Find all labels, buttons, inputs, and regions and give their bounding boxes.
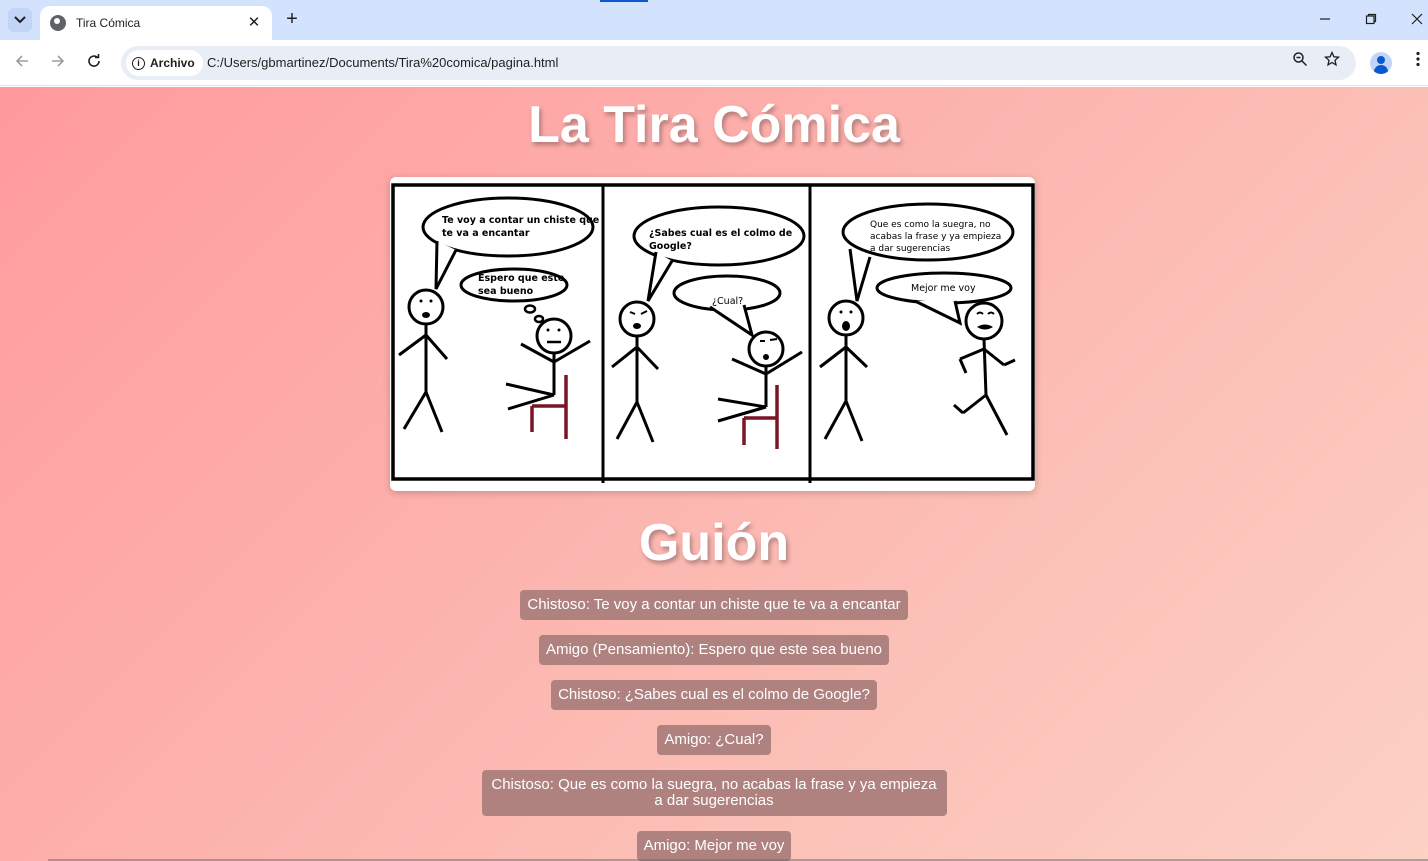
- tab-drag-indicator: [600, 0, 648, 2]
- panel-1-thought-line-2: sea bueno: [478, 286, 534, 297]
- panel-1-speech-line-1: Te voy a contar un chiste que: [442, 215, 599, 226]
- panel-3-speech-line-1: Que es como la suegra, no: [870, 220, 991, 230]
- reload-icon[interactable]: [82, 51, 106, 75]
- script-heading: Guión: [638, 514, 790, 572]
- stick-figure-amigo: [717, 330, 803, 423]
- security-chip-label: Archivo: [150, 56, 195, 70]
- star-icon[interactable]: [1320, 50, 1344, 75]
- window-close-icon[interactable]: [1405, 8, 1428, 32]
- close-icon[interactable]: ✕: [246, 15, 262, 31]
- script-list: Chistoso: Te voy a contar un chiste que …: [0, 590, 1428, 861]
- browser-toolbar: i Archivo C:/Users/gbmartinez/Documents/…: [0, 40, 1428, 86]
- comic-strip: Te voy a contar un chiste que te va a en…: [390, 177, 1035, 491]
- info-icon: i: [132, 56, 145, 70]
- stick-figure-chistoso: [611, 300, 660, 443]
- panel-2-speech-line-1: ¿Sabes cual es el colmo de: [649, 228, 792, 239]
- profile-icon[interactable]: [1370, 52, 1392, 74]
- forward-arrow-icon[interactable]: [46, 51, 70, 75]
- panel-2-speech-line-2: Google?: [649, 241, 692, 252]
- stick-figure-amigo: [953, 301, 1016, 436]
- panel-3-speech-line-3: a dar sugerencias: [870, 244, 951, 254]
- site-info-chip[interactable]: i Archivo: [126, 50, 203, 76]
- minimize-icon[interactable]: [1313, 8, 1337, 32]
- chair-1: [530, 375, 568, 439]
- stick-figure-chistoso: [819, 299, 869, 442]
- stick-figure-chistoso: [398, 288, 449, 433]
- panel-3: Que es como la suegra, no acabas la fras…: [819, 202, 1016, 442]
- kebab-menu-icon[interactable]: [1408, 51, 1428, 75]
- tab-title: Tira Cómica: [76, 16, 141, 30]
- panel-3-reply: Mejor me voy: [911, 283, 976, 294]
- panel-1-thought-line-1: Espero que este: [478, 273, 564, 284]
- script-line: Amigo (Pensamiento): Espero que este sea…: [538, 635, 890, 665]
- script-line: Amigo: Mejor me voy: [636, 831, 792, 861]
- globe-icon: [50, 15, 66, 31]
- zoom-icon[interactable]: [1288, 51, 1312, 75]
- address-bar[interactable]: i Archivo C:/Users/gbmartinez/Documents/…: [121, 46, 1356, 80]
- tab-search-icon[interactable]: [8, 8, 32, 32]
- back-arrow-icon[interactable]: [10, 51, 34, 75]
- active-tab[interactable]: Tira Cómica ✕: [40, 6, 272, 40]
- script-line: Chistoso: Que es como la suegra, no acab…: [481, 770, 947, 816]
- plus-icon[interactable]: +: [282, 9, 302, 29]
- restore-icon[interactable]: [1359, 8, 1383, 32]
- stick-figure-amigo: [505, 317, 591, 411]
- panel-2-reply: ¿Cual?: [712, 296, 743, 307]
- script-line: Chistoso: Te voy a contar un chiste que …: [520, 590, 908, 620]
- script-line: Chistoso: ¿Sabes cual es el colmo de Goo…: [551, 680, 877, 710]
- chair-2: [742, 385, 779, 449]
- panel-1-speech-line-2: te va a encantar: [442, 228, 530, 239]
- url-text[interactable]: C:/Users/gbmartinez/Documents/Tira%20com…: [207, 55, 558, 70]
- panel-2: ¿Sabes cual es el colmo de Google? ¿Cual…: [611, 205, 806, 449]
- page-title: La Tira Cómica: [528, 96, 900, 154]
- page-content: La Tira Cómica Te voy a contar un chiste…: [0, 87, 1428, 861]
- tab-strip: Tira Cómica ✕ +: [0, 0, 1428, 40]
- comic-drawing: Te voy a contar un chiste que te va a en…: [391, 183, 1035, 483]
- script-line: Amigo: ¿Cual?: [657, 725, 771, 755]
- panel-1: Te voy a contar un chiste que te va a en…: [398, 196, 599, 439]
- panel-3-speech-line-2: acabas la frase y ya empieza: [870, 232, 1001, 242]
